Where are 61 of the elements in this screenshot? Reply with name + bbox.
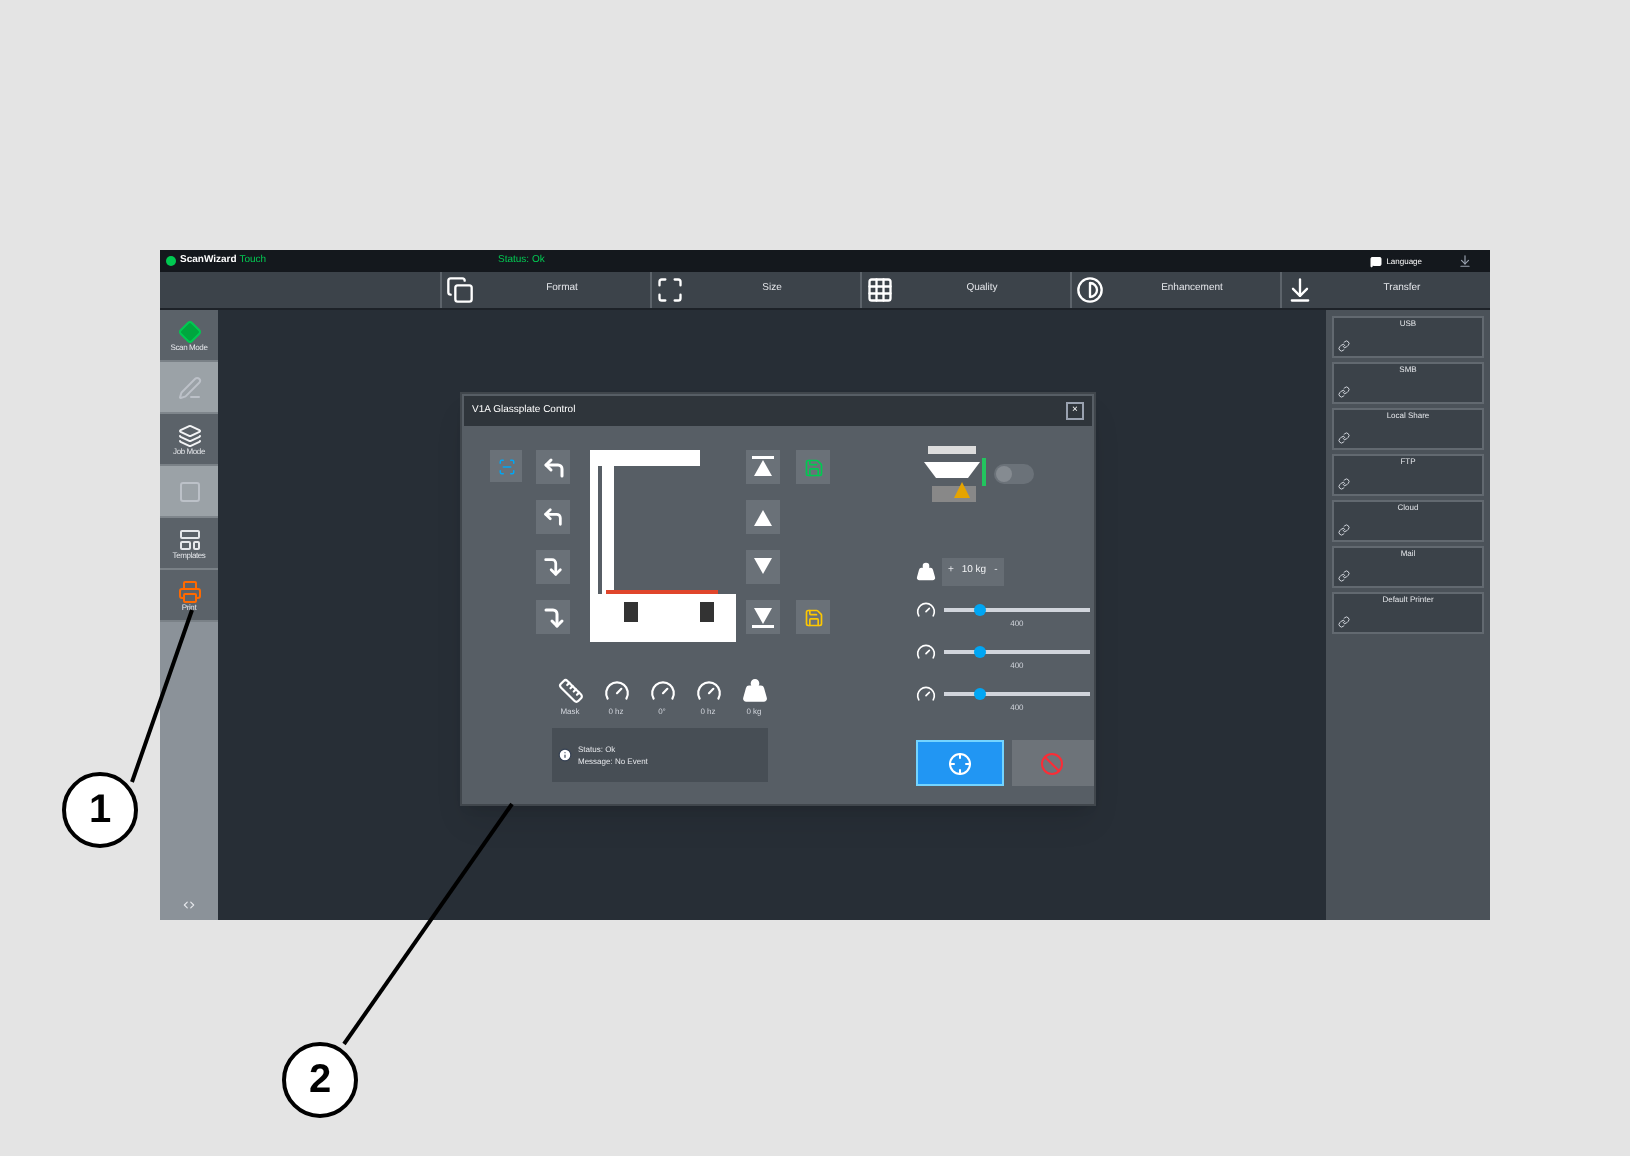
- pages-icon: [446, 276, 474, 304]
- move-bottom-button[interactable]: [746, 600, 780, 634]
- printer-icon: [177, 579, 201, 603]
- gauge-icon: [915, 642, 936, 662]
- arrow-icon: [542, 506, 564, 528]
- stack-icon: [177, 423, 201, 447]
- move-up-button[interactable]: [746, 500, 780, 534]
- slider-thumb[interactable]: [974, 688, 987, 700]
- logo-icon: [166, 256, 176, 266]
- diamond-icon: [177, 319, 201, 343]
- link-icon: [1338, 524, 1350, 536]
- collapse-icon[interactable]: [182, 898, 196, 912]
- stop-icon: [1040, 751, 1065, 775]
- contrast-icon: [1076, 276, 1104, 304]
- callout-number: 2: [282, 1042, 358, 1118]
- download-icon: [1286, 276, 1314, 304]
- rotate-button[interactable]: [536, 550, 570, 584]
- slider-thumb[interactable]: [974, 646, 987, 658]
- start-button[interactable]: [915, 740, 1004, 786]
- link-icon: [1338, 478, 1350, 490]
- template-icon: [177, 527, 201, 551]
- target-icon: [947, 751, 972, 775]
- info-icon: [558, 748, 572, 762]
- gauge-icon: [915, 600, 936, 620]
- grid-icon: [866, 276, 894, 304]
- callout-number: 1: [62, 772, 138, 848]
- save-button[interactable]: [796, 600, 830, 634]
- triangle-up-icon: [752, 456, 774, 478]
- move-down-button[interactable]: [746, 550, 780, 584]
- link-icon: [1338, 340, 1350, 352]
- triangle-up-icon: [752, 506, 774, 528]
- expand-icon: [656, 276, 684, 304]
- rotate-button[interactable]: [536, 450, 570, 484]
- arrow-icon: [541, 455, 565, 479]
- gauge-icon: [649, 678, 675, 704]
- weight-icon: [915, 562, 936, 582]
- triangle-down-icon: [752, 606, 774, 628]
- triangle-down-icon: [752, 556, 774, 578]
- arrow-icon: [541, 605, 565, 629]
- download-icon[interactable]: [1458, 254, 1472, 268]
- rotate-button[interactable]: [536, 500, 570, 534]
- link-icon: [1338, 570, 1350, 582]
- weight-icon: [741, 678, 767, 704]
- gauge-icon: [695, 678, 721, 704]
- rotate-button[interactable]: [536, 600, 570, 634]
- device-button[interactable]: [796, 450, 830, 484]
- scan-icon: [497, 457, 515, 475]
- toggle-switch[interactable]: [993, 464, 1034, 484]
- gauge-icon: [603, 678, 629, 704]
- slider-thumb[interactable]: [974, 604, 987, 616]
- frame-icon: [177, 479, 201, 503]
- arrow-icon: [542, 556, 564, 578]
- link-icon: [1338, 616, 1350, 628]
- link-icon: [1338, 386, 1350, 398]
- move-top-button[interactable]: [746, 450, 780, 484]
- link-icon: [1338, 432, 1350, 444]
- gauge-icon: [915, 684, 936, 704]
- save-icon: [803, 607, 823, 627]
- speech-bubble-icon[interactable]: [1370, 255, 1383, 267]
- ruler-icon: [557, 678, 583, 704]
- pen-icon: [177, 375, 201, 399]
